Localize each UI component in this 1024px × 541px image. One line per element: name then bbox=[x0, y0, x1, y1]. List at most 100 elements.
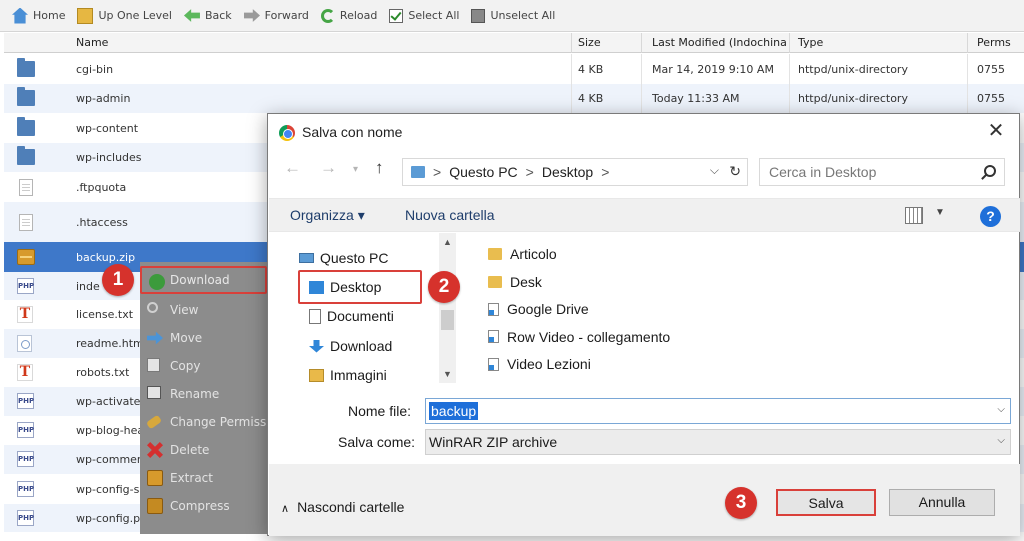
context-menu-item-view[interactable]: View bbox=[140, 296, 267, 324]
file-name-input[interactable]: backup ⌵ bbox=[425, 398, 1011, 424]
shortcut-icon bbox=[488, 302, 499, 316]
context-menu-item-delete[interactable]: Delete bbox=[140, 436, 267, 464]
file-name-cell[interactable]: readme.htm bbox=[76, 337, 144, 350]
file-name-cell[interactable]: wp-admin bbox=[76, 92, 130, 105]
step-badge-1: 1 bbox=[102, 264, 134, 296]
cancel-button[interactable]: Annulla bbox=[889, 489, 995, 516]
nav-item-this-pc[interactable]: Questo PC bbox=[299, 247, 388, 269]
address-bar[interactable]: > Questo PC > Desktop > ⌵ ↻ bbox=[402, 158, 748, 186]
column-divider bbox=[967, 84, 968, 113]
context-menu-item-move[interactable]: Move bbox=[140, 324, 267, 352]
save-button[interactable]: Salva bbox=[776, 489, 876, 516]
table-row[interactable]: wp-admin 4 KB Today 11:33 AM httpd/unix-dir… bbox=[4, 84, 1024, 113]
html-file-icon bbox=[17, 335, 32, 352]
column-header-last-modified[interactable]: Last Modified (Indochina bbox=[652, 36, 787, 49]
back-arrow-icon[interactable]: ← bbox=[284, 158, 301, 178]
help-icon[interactable]: ? bbox=[980, 206, 1001, 227]
file-name-cell[interactable]: wp-config-sa bbox=[76, 483, 146, 496]
scroll-up-icon[interactable]: ▲ bbox=[443, 237, 452, 247]
nav-item-images[interactable]: Immagini bbox=[309, 364, 387, 386]
pictures-icon bbox=[309, 368, 324, 382]
file-name-cell[interactable]: robots.txt bbox=[76, 366, 129, 379]
context-menu-item-extract[interactable]: Extract bbox=[140, 464, 267, 492]
context-menu-item-download[interactable]: Download bbox=[140, 266, 267, 294]
chrome-icon bbox=[279, 125, 295, 141]
php-file-icon: PHP bbox=[17, 278, 34, 294]
nav-scrollbar[interactable]: ▲ ▼ bbox=[439, 233, 456, 383]
context-menu-item-copy[interactable]: Copy bbox=[140, 352, 267, 380]
file-name-cell[interactable]: .htaccess bbox=[76, 216, 128, 229]
context-menu-item-rename[interactable]: Rename bbox=[140, 380, 267, 408]
search-input[interactable]: Cerca in Desktop bbox=[759, 158, 1005, 186]
file-name-cell[interactable]: wp-commen bbox=[76, 453, 144, 466]
nav-item-download[interactable]: Download bbox=[309, 335, 392, 357]
column-divider bbox=[967, 33, 968, 53]
list-item-label: Google Drive bbox=[507, 301, 589, 317]
type-cell: httpd/unix-directory bbox=[798, 92, 908, 105]
list-item[interactable]: Google Drive bbox=[488, 298, 589, 320]
select-all-button[interactable]: Select All bbox=[389, 8, 459, 23]
recent-locations-icon[interactable]: ▾ bbox=[353, 164, 358, 175]
save-as-type-select[interactable]: WinRAR ZIP archive ⌵ bbox=[425, 429, 1011, 455]
list-item[interactable]: Desk bbox=[488, 271, 542, 293]
context-menu-item-change-permiss[interactable]: Change Permiss bbox=[140, 408, 267, 436]
new-folder-button[interactable]: Nuova cartella bbox=[405, 207, 495, 223]
column-header-size[interactable]: Size bbox=[578, 36, 601, 49]
forward-button[interactable]: Forward bbox=[244, 8, 309, 24]
column-divider bbox=[789, 84, 790, 113]
reload-button[interactable]: Reload bbox=[320, 8, 377, 23]
hide-folders-toggle[interactable]: ∧ Nascondi cartelle bbox=[281, 499, 404, 515]
view-options-icon[interactable] bbox=[905, 207, 923, 224]
nav-item-documents[interactable]: Documenti bbox=[309, 305, 394, 327]
home-button[interactable]: Home bbox=[12, 7, 65, 24]
forward-arrow-icon[interactable]: → bbox=[320, 158, 337, 178]
chevron-down-icon[interactable]: ⌵ bbox=[710, 163, 719, 178]
list-item[interactable]: Row Video - collegamento bbox=[488, 326, 670, 348]
scroll-down-icon[interactable]: ▼ bbox=[443, 369, 452, 379]
organize-menu[interactable]: Organizza ▾ bbox=[290, 207, 365, 224]
file-name-cell[interactable]: wp-includes bbox=[76, 151, 142, 164]
back-button[interactable]: Back bbox=[183, 8, 232, 24]
chevron-down-icon[interactable]: ▼ bbox=[935, 207, 945, 218]
breadcrumb-desktop[interactable]: Desktop bbox=[542, 164, 593, 180]
refresh-icon[interactable]: ↻ bbox=[729, 163, 741, 180]
file-name-cell[interactable]: wp-activate. bbox=[76, 395, 144, 408]
file-name-cell[interactable]: backup.zip bbox=[76, 251, 135, 264]
context-menu-item-compress[interactable]: Compress bbox=[140, 492, 267, 520]
file-name-cell[interactable]: inde bbox=[76, 280, 100, 293]
php-file-icon: PHP bbox=[17, 393, 34, 409]
php-file-icon: PHP bbox=[17, 481, 34, 497]
navigation-pane: Questo PC Desktop Documenti Download Imm… bbox=[269, 233, 460, 383]
file-name-cell[interactable]: wp-config.pl bbox=[76, 512, 143, 525]
file-name-cell[interactable]: license.txt bbox=[76, 308, 133, 321]
unselect-all-button[interactable]: Unselect All bbox=[471, 8, 555, 23]
list-item[interactable]: Video Lezioni bbox=[488, 353, 591, 375]
php-file-icon: PHP bbox=[17, 510, 34, 526]
column-divider bbox=[789, 54, 790, 84]
table-row[interactable]: cgi-bin 4 KB Mar 14, 2019 9:10 AM httpd/uni… bbox=[4, 54, 1024, 84]
step-badge-3: 3 bbox=[725, 487, 757, 519]
chevron-down-icon[interactable]: ⌵ bbox=[997, 404, 1005, 415]
column-header-name[interactable]: Name bbox=[76, 36, 108, 49]
file-name-cell[interactable]: .ftpquota bbox=[76, 181, 126, 194]
file-name-cell[interactable]: wp-content bbox=[76, 122, 138, 135]
reload-icon bbox=[320, 8, 335, 23]
file-name-cell[interactable]: cgi-bin bbox=[76, 63, 113, 76]
column-divider bbox=[641, 84, 642, 113]
column-header-type[interactable]: Type bbox=[798, 36, 823, 49]
list-item[interactable]: Articolo bbox=[488, 243, 557, 265]
breadcrumb-this-pc[interactable]: Questo PC bbox=[449, 164, 517, 180]
context-menu-label: Move bbox=[170, 331, 203, 345]
scroll-thumb[interactable] bbox=[441, 310, 454, 330]
home-icon bbox=[12, 7, 28, 24]
up-arrow-icon[interactable]: ↑ bbox=[375, 158, 384, 178]
column-header-perms[interactable]: Perms bbox=[977, 36, 1011, 49]
context-menu-label: Compress bbox=[170, 499, 230, 513]
close-button[interactable]: ✕ bbox=[985, 120, 1007, 142]
chevron-up-icon: ∧ bbox=[281, 503, 290, 515]
context-menu-label: Change Permiss bbox=[170, 415, 267, 429]
file-name-label: Nome file: bbox=[348, 403, 412, 419]
file-name-cell[interactable]: wp-blog-hea bbox=[76, 424, 144, 437]
magnifier-icon bbox=[147, 302, 158, 313]
up-one-level-button[interactable]: Up One Level bbox=[77, 7, 172, 24]
